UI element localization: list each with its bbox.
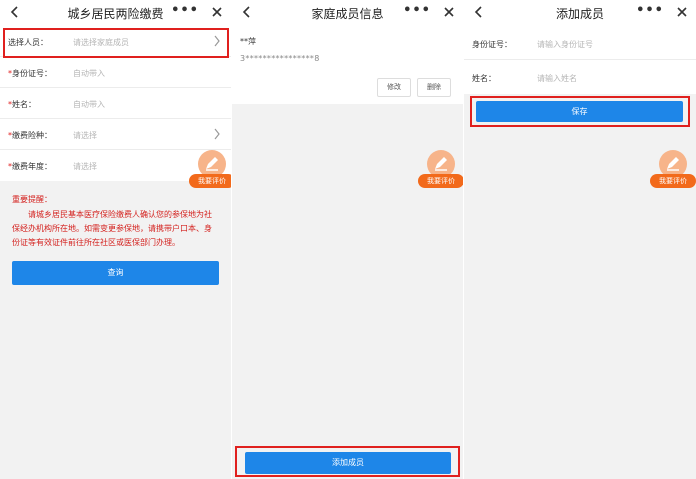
- field-placeholder: 请输入身份证号: [537, 40, 593, 49]
- close-icon[interactable]: [675, 5, 689, 19]
- edit-button[interactable]: 修改: [377, 78, 411, 97]
- insurance-type-field[interactable]: *缴费险种： 请选择: [0, 119, 231, 150]
- chevron-right-icon: [214, 128, 220, 140]
- name-input[interactable]: 姓名： 请输入姓名: [464, 60, 696, 94]
- field-label-text: 身份证号：: [12, 69, 52, 78]
- query-button[interactable]: 查询: [12, 261, 219, 285]
- field-label: *身份证号：: [8, 68, 52, 79]
- field-label: 身份证号：: [472, 40, 512, 49]
- id-number-input[interactable]: 身份证号： 请输入身份证号: [464, 26, 696, 60]
- add-member-button[interactable]: 添加成员: [245, 452, 451, 474]
- field-placeholder: 自动带入: [73, 69, 105, 78]
- field-placeholder: 请输入姓名: [537, 74, 577, 83]
- top-bar: 添加成员 •••: [464, 0, 696, 26]
- important-notice: 重要提醒： 请城乡居民基本医疗保险缴费人确认您的参保地为社保经办机构所在地。如需…: [0, 187, 231, 250]
- rate-label: 我要评价: [189, 174, 231, 188]
- pencil-icon: [435, 157, 447, 171]
- more-menu-icon[interactable]: •••: [171, 3, 199, 18]
- field-placeholder: 请选择: [73, 162, 97, 171]
- rate-widget[interactable]: 我要评价: [189, 150, 231, 190]
- pencil-icon: [206, 157, 218, 171]
- close-icon[interactable]: [210, 5, 224, 19]
- field-label: *姓名：: [8, 99, 36, 110]
- screen-payment: 城乡居民两险缴费 ••• 选择人员： 请选择家庭成员 *身份证号： 自动带入 *…: [0, 0, 231, 479]
- top-bar: 家庭成员信息 •••: [232, 0, 463, 26]
- add-member-form: 身份证号： 请输入身份证号 姓名： 请输入姓名: [464, 26, 696, 94]
- id-number-field: *身份证号： 自动带入: [0, 57, 231, 88]
- member-name: **萍: [240, 37, 256, 46]
- field-label-text: 姓名：: [12, 100, 36, 109]
- rate-widget[interactable]: 我要评价: [650, 150, 696, 190]
- top-bar: 城乡居民两险缴费 •••: [0, 0, 231, 26]
- rate-widget[interactable]: 我要评价: [418, 150, 463, 190]
- member-id: 3****************8: [240, 54, 320, 63]
- more-menu-icon[interactable]: •••: [636, 3, 664, 18]
- rate-label: 我要评价: [650, 174, 696, 188]
- field-label: *缴费年度：: [8, 161, 52, 172]
- field-label: *缴费险种：: [8, 130, 52, 141]
- screen-family-members: 家庭成员信息 ••• **萍 3****************8 修改 删除 …: [232, 0, 463, 479]
- field-label-text: 缴费险种：: [12, 131, 52, 140]
- more-menu-icon[interactable]: •••: [403, 3, 431, 18]
- field-placeholder: 请选择: [73, 131, 97, 140]
- close-icon[interactable]: [442, 5, 456, 19]
- highlight-box: [3, 28, 229, 58]
- notice-title: 重要提醒：: [12, 195, 52, 204]
- field-label-text: 缴费年度：: [12, 162, 52, 171]
- rate-label: 我要评价: [418, 174, 463, 188]
- delete-button[interactable]: 删除: [417, 78, 451, 97]
- pencil-icon: [667, 157, 679, 171]
- field-placeholder: 自动带入: [73, 100, 105, 109]
- notice-body: 请城乡居民基本医疗保险缴费人确认您的参保地为社保经办机构所在地。如需变更参保地，…: [12, 210, 212, 247]
- screen-add-member: 添加成员 ••• 身份证号： 请输入身份证号 姓名： 请输入姓名 保存 我要评价: [464, 0, 696, 479]
- save-button[interactable]: 保存: [476, 101, 683, 122]
- field-label: 姓名：: [472, 74, 496, 83]
- member-card[interactable]: **萍 3****************8 修改 删除: [232, 26, 463, 104]
- name-field: *姓名： 自动带入: [0, 88, 231, 119]
